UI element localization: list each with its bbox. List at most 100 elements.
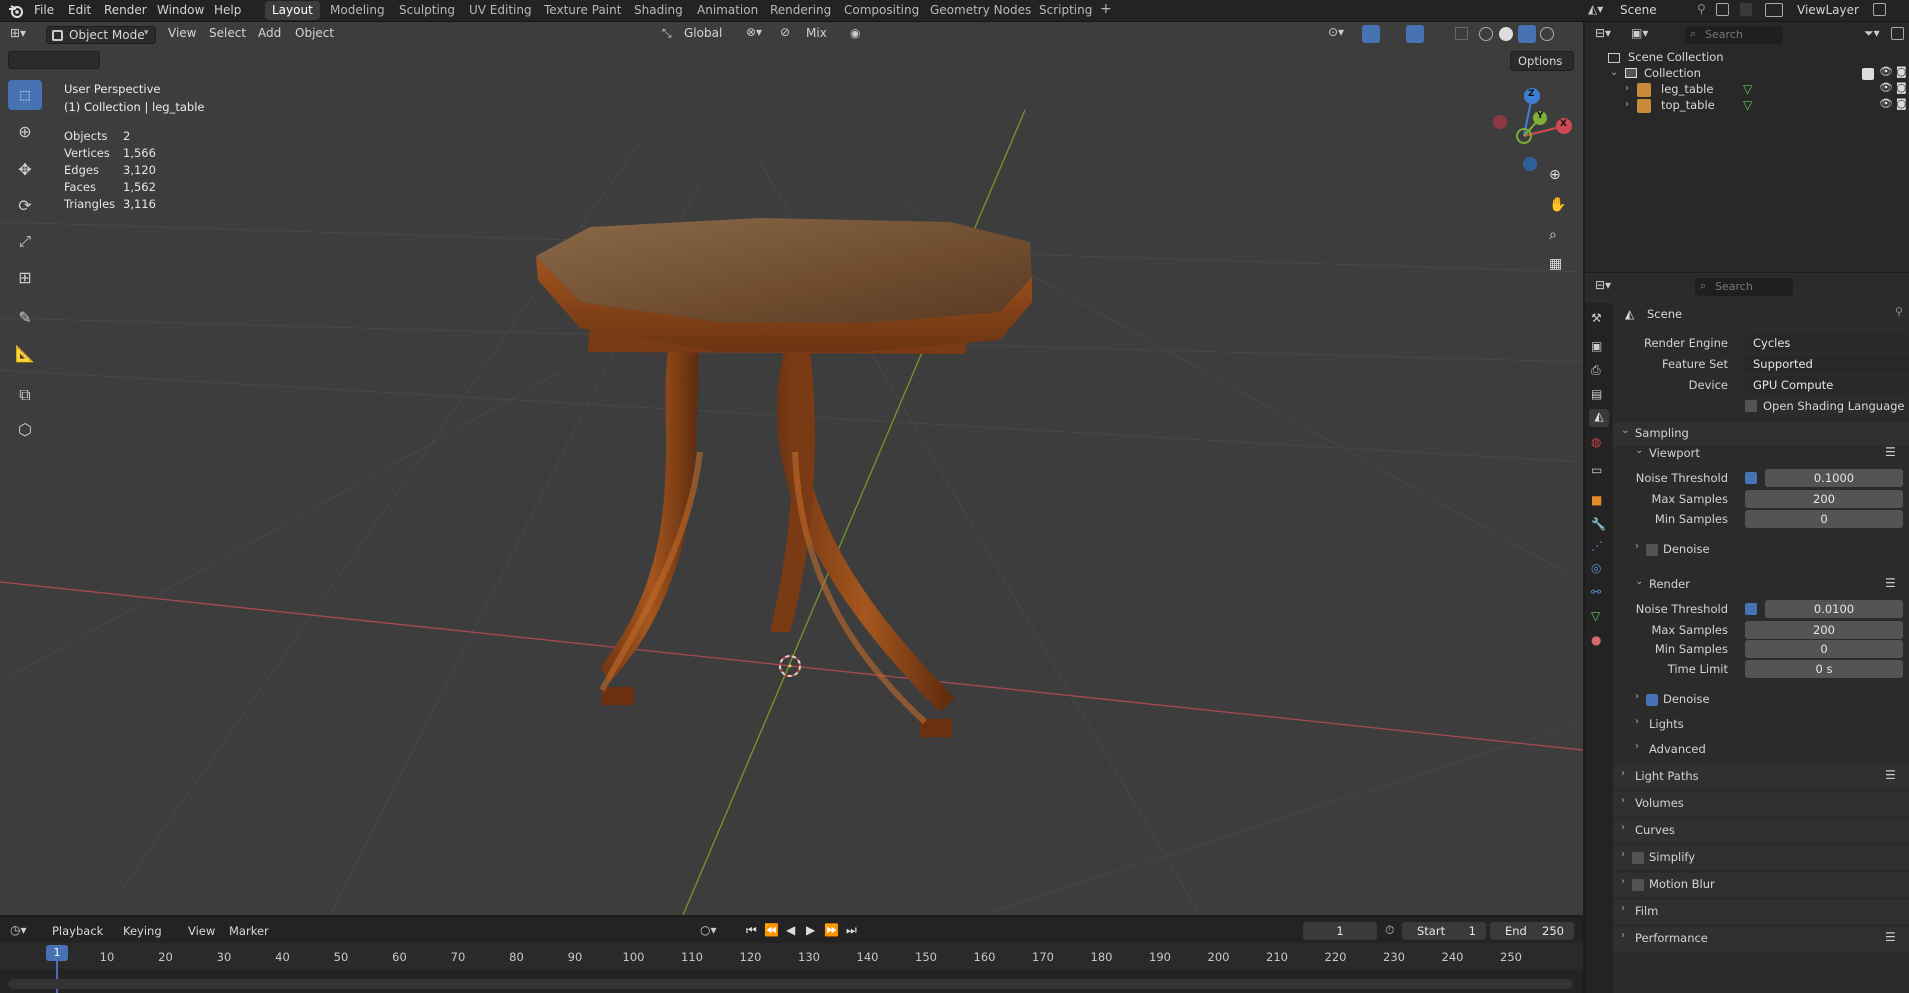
jump-end-icon[interactable]: ⏭ xyxy=(846,923,857,938)
menu-playback[interactable]: Playback xyxy=(52,924,103,938)
motion-blur-panel[interactable]: › Motion Blur xyxy=(1613,873,1909,897)
menu-add[interactable]: Add xyxy=(258,26,281,40)
next-keyframe-icon[interactable]: ⏩ xyxy=(824,923,839,937)
pin-icon[interactable]: ⚲ xyxy=(1697,2,1706,16)
cursor-tool[interactable]: ⊕ xyxy=(8,116,42,146)
tool-tab-icon[interactable]: ⚒ xyxy=(1591,311,1602,325)
navigation-gizmo[interactable] xyxy=(1482,84,1572,176)
scale-tool[interactable]: ⤢ xyxy=(8,226,42,256)
properties-search-input[interactable]: ⌕ Search xyxy=(1695,278,1793,296)
timeline-scrollbar[interactable] xyxy=(8,979,1573,989)
stopwatch-icon[interactable]: ⏱ xyxy=(1385,923,1394,938)
menu-view[interactable]: View xyxy=(188,924,215,938)
tab-animation[interactable]: Animation xyxy=(697,3,758,17)
viewlayer-new-icon[interactable] xyxy=(1873,3,1886,16)
r-noise-threshold-field[interactable]: 0.0100 xyxy=(1765,600,1903,618)
scene-name[interactable]: Scene xyxy=(1620,3,1657,17)
film-panel[interactable]: › Film xyxy=(1613,900,1909,924)
list-icon[interactable]: ☰ xyxy=(1885,768,1896,782)
xray-icon[interactable] xyxy=(1455,27,1468,40)
r-denoise-subpanel[interactable]: › Denoise xyxy=(1613,688,1909,712)
tab-scripting[interactable]: Scripting xyxy=(1039,3,1092,17)
menu-help[interactable]: Help xyxy=(214,3,241,17)
3d-viewport[interactable]: ⊞▾ Object Mode ▾ View Select Add Object … xyxy=(0,22,1583,915)
tab-shading[interactable]: Shading xyxy=(634,3,683,17)
view-layer-tab-icon[interactable]: ▤ xyxy=(1591,387,1602,401)
add-cube-tool[interactable]: ⧉ xyxy=(8,380,42,410)
include-checkbox[interactable] xyxy=(1862,68,1874,80)
play-icon[interactable]: ▶ xyxy=(806,923,815,937)
scene-selector-icon[interactable]: ◭▾ xyxy=(1588,2,1603,16)
menu-edit[interactable]: Edit xyxy=(68,3,91,17)
feature-set-dropdown[interactable]: Supported xyxy=(1745,355,1909,373)
material-tab-icon[interactable]: ● xyxy=(1591,633,1601,647)
chevron-down-icon[interactable]: ⌄ xyxy=(1610,67,1618,78)
auto-keying-icon[interactable]: ○▾ xyxy=(700,923,717,937)
snap-icon[interactable]: ⊘ xyxy=(780,25,790,39)
visibility-icon[interactable]: ⊙▾ xyxy=(1328,25,1344,39)
outliner-search-input[interactable]: ⌕ Search xyxy=(1685,26,1783,44)
camera-icon[interactable]: ◙ xyxy=(1896,65,1907,78)
transform-tool[interactable]: ⊞ xyxy=(8,262,42,292)
move-tool[interactable]: ✥ xyxy=(8,154,42,184)
vp-denoise-subpanel[interactable]: › Denoise xyxy=(1613,538,1909,562)
simplify-panel[interactable]: › Simplify xyxy=(1613,846,1909,870)
r-min-samples-field[interactable]: 0 xyxy=(1745,640,1903,658)
zoom-icon[interactable]: ⊕ xyxy=(1549,167,1561,183)
wireframe-shading-icon[interactable] xyxy=(1479,27,1493,41)
vp-noise-checkbox[interactable] xyxy=(1745,472,1757,484)
display-mode-icon[interactable]: ▣▾ xyxy=(1631,26,1648,40)
vp-noise-threshold-field[interactable]: 0.1000 xyxy=(1765,469,1903,487)
editor-type-icon[interactable]: ⊞▾ xyxy=(10,26,26,40)
pin-icon[interactable]: ⚲ xyxy=(1895,305,1903,318)
blender-logo-icon[interactable] xyxy=(8,3,24,19)
r-denoise-checkbox[interactable] xyxy=(1646,694,1658,706)
menu-marker[interactable]: Marker xyxy=(229,924,269,938)
select-mode-icon[interactable] xyxy=(8,51,100,69)
viewport-subpanel-header[interactable]: ⌄ Viewport ☰ xyxy=(1613,442,1909,466)
menu-file[interactable]: File xyxy=(34,3,54,17)
outliner-object-leg-table[interactable]: leg_table xyxy=(1661,82,1713,96)
menu-window[interactable]: Window xyxy=(157,3,204,17)
device-dropdown[interactable]: GPU Compute xyxy=(1745,376,1909,394)
delete-scene-icon[interactable] xyxy=(1740,3,1752,16)
world-tab-icon[interactable]: ◍ xyxy=(1591,435,1601,449)
vp-max-samples-field[interactable]: 200 xyxy=(1745,490,1903,508)
chevron-right-icon[interactable]: › xyxy=(1625,83,1629,94)
curves-panel[interactable]: › Curves xyxy=(1613,819,1909,843)
solid-shading-icon[interactable] xyxy=(1499,27,1513,41)
tab-rendering[interactable]: Rendering xyxy=(770,3,831,17)
eye-icon[interactable]: 👁 xyxy=(1879,65,1893,78)
viewlayer-name[interactable]: ViewLayer xyxy=(1797,3,1859,17)
rotate-tool[interactable]: ⟳ xyxy=(8,190,42,220)
filter-icon[interactable]: ⏷▾ xyxy=(1864,26,1880,41)
eye-icon[interactable]: 👁 xyxy=(1879,97,1893,110)
object-tab-icon[interactable]: ■ xyxy=(1591,493,1602,507)
new-collection-icon[interactable] xyxy=(1891,27,1904,40)
eye-icon[interactable]: 👁 xyxy=(1879,81,1893,94)
lights-subpanel[interactable]: › Lights xyxy=(1613,713,1909,737)
output-tab-icon[interactable]: ⎙ xyxy=(1591,363,1601,378)
viewlayer-icon[interactable] xyxy=(1765,3,1783,17)
tab-texture-paint[interactable]: Texture Paint xyxy=(544,3,621,17)
motion-blur-checkbox[interactable] xyxy=(1632,879,1644,891)
select-box-tool[interactable]: ⬚ xyxy=(8,80,42,110)
overlay-toggle-icon[interactable] xyxy=(1406,25,1424,43)
light-paths-panel[interactable]: › Light Paths ☰ xyxy=(1613,765,1909,789)
osl-checkbox[interactable] xyxy=(1745,400,1757,412)
render-subpanel-header[interactable]: ⌄ Render ☰ xyxy=(1613,573,1909,597)
start-frame-field[interactable]: Start 1 xyxy=(1402,922,1486,940)
tab-modeling[interactable]: Modeling xyxy=(330,3,385,17)
add-mesh-tool[interactable]: ⬡ xyxy=(8,414,42,444)
outliner-editor-icon[interactable]: ⊟▾ xyxy=(1595,26,1611,40)
tab-uv-editing[interactable]: UV Editing xyxy=(469,3,532,17)
current-frame-field[interactable]: 1 xyxy=(1303,922,1377,940)
data-tab-icon[interactable]: ▽ xyxy=(1591,609,1600,623)
material-shading-icon[interactable] xyxy=(1518,25,1536,43)
scene-collection-label[interactable]: Scene Collection xyxy=(1628,50,1724,64)
tab-sculpting[interactable]: Sculpting xyxy=(399,3,455,17)
measure-tool[interactable]: 📐 xyxy=(8,338,42,368)
tab-geometry-nodes[interactable]: Geometry Nodes xyxy=(930,3,1031,17)
camera-icon[interactable]: ◙ xyxy=(1896,81,1907,94)
physics-tab-icon[interactable]: ◎ xyxy=(1591,561,1601,575)
